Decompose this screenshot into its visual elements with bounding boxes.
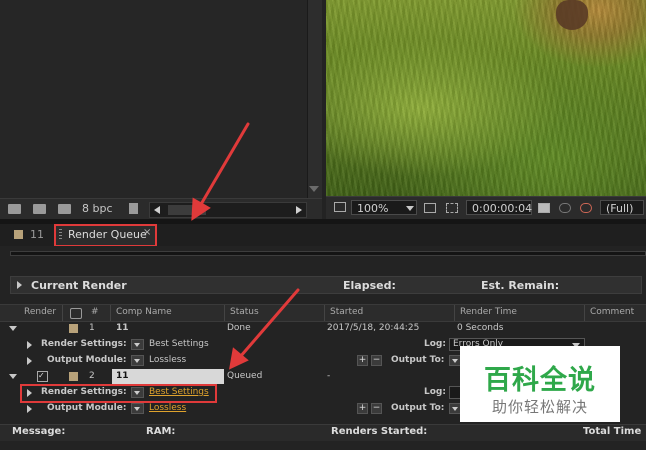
watermark-title: 百科全说 bbox=[484, 365, 596, 396]
arrow-to-settings bbox=[238, 288, 300, 359]
arrowhead bbox=[191, 197, 211, 221]
watermark: 百科全说 助你轻松解决 bbox=[460, 346, 620, 422]
arrow-to-tab bbox=[198, 122, 250, 208]
watermark-subtitle: 助你轻松解决 bbox=[491, 398, 588, 416]
